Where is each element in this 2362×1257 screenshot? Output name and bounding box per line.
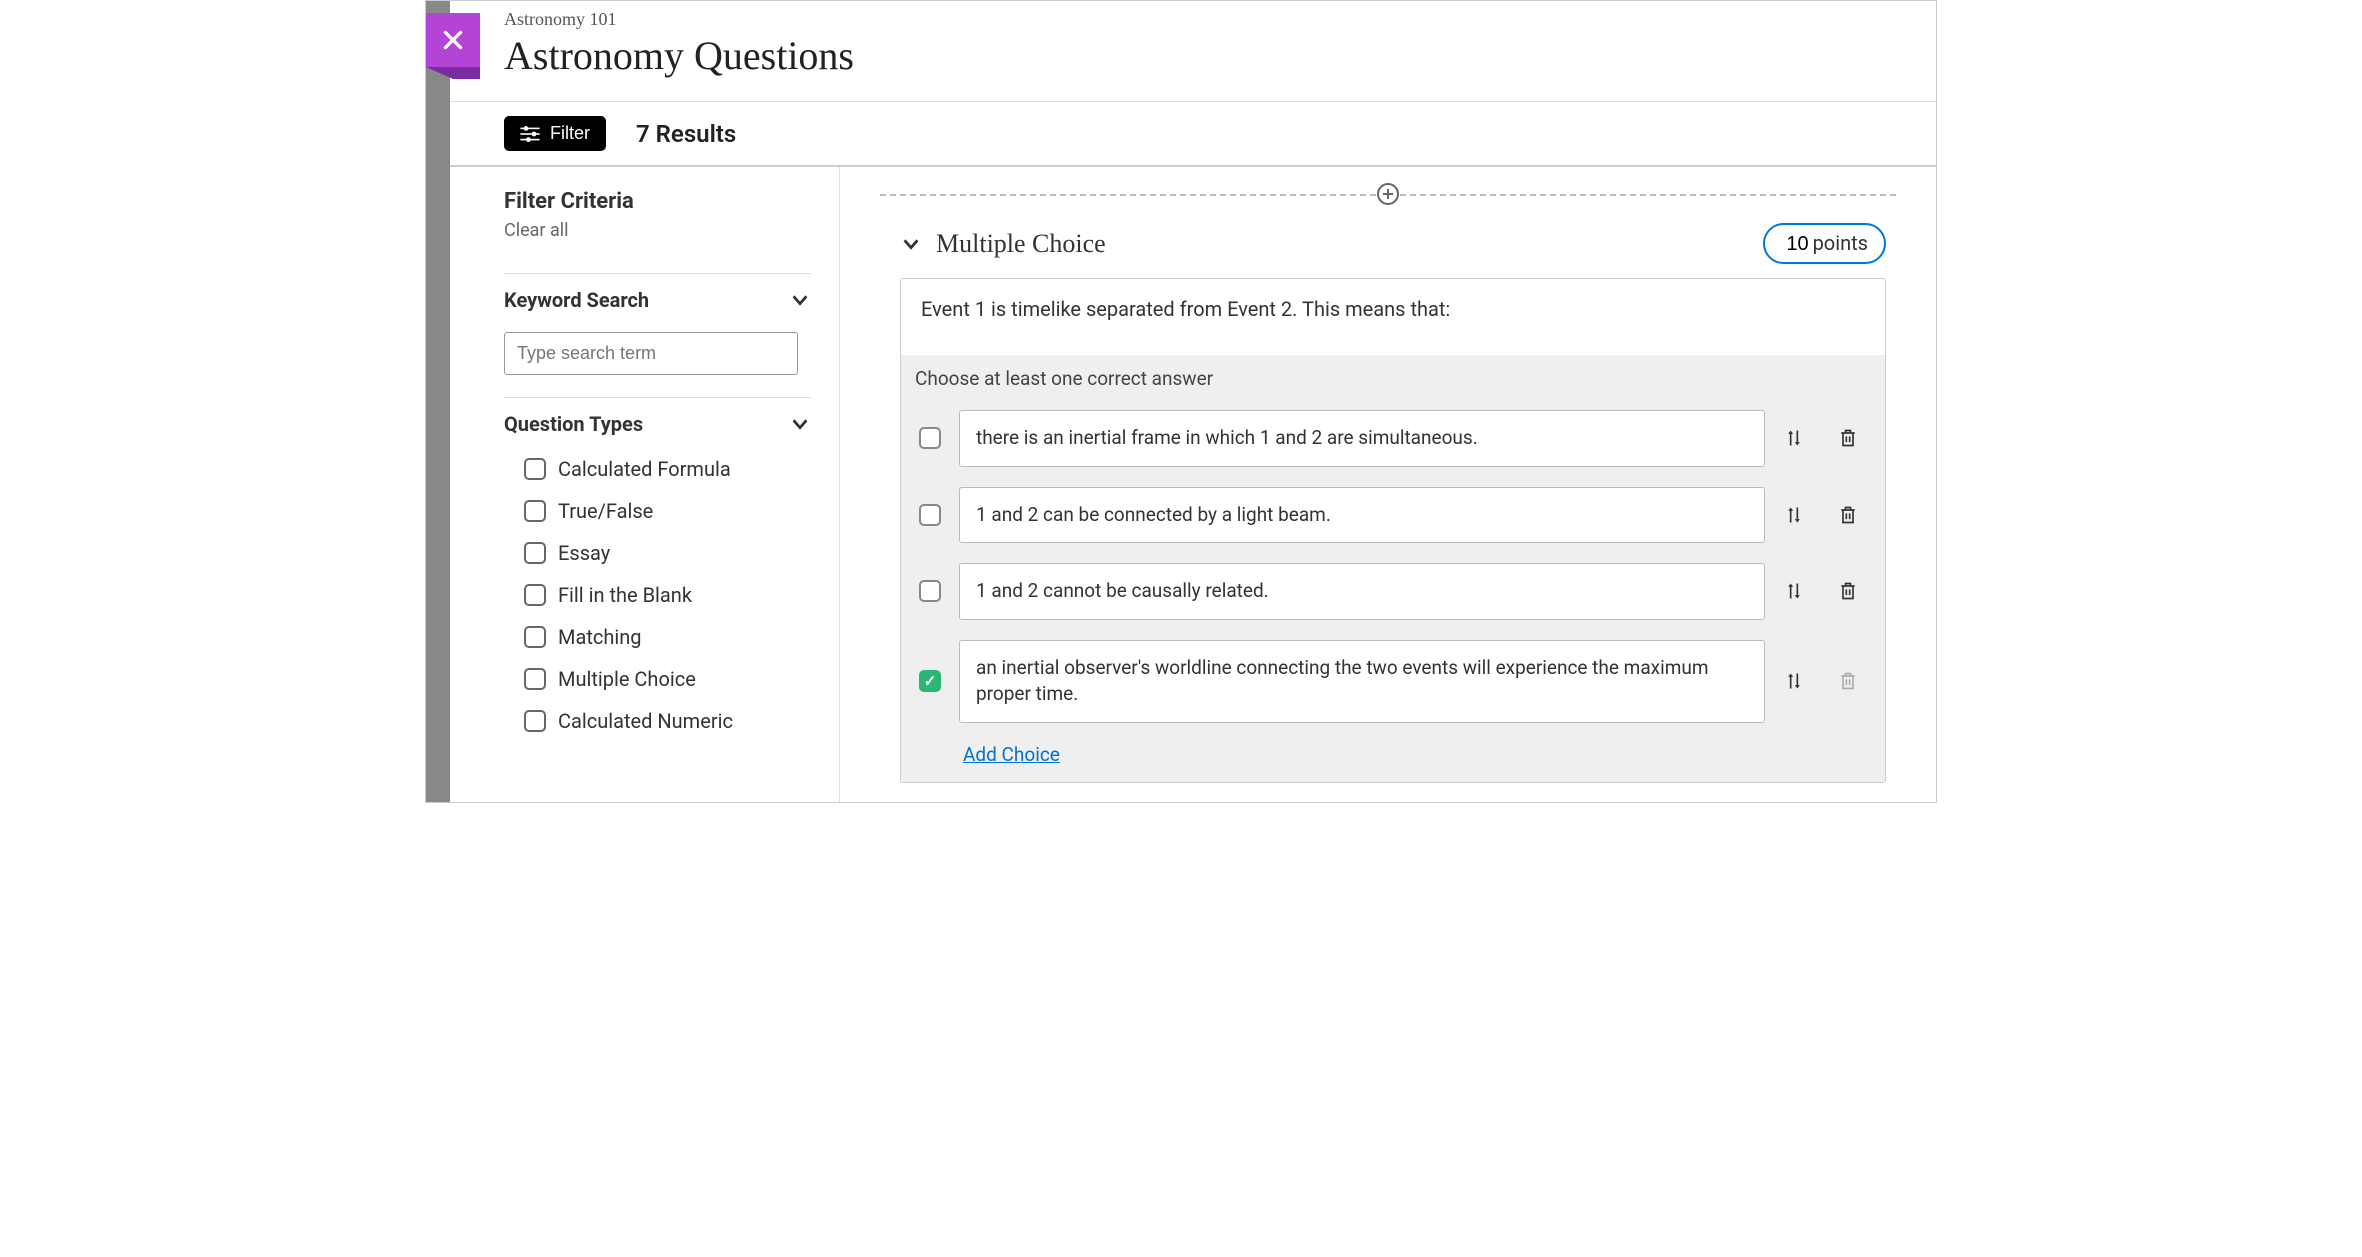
answer-text-input[interactable]: 1 and 2 can be connected by a light beam… (959, 487, 1765, 544)
add-choice-link[interactable]: Add Choice (901, 733, 1060, 766)
filter-button[interactable]: Filter (504, 116, 606, 151)
sliders-icon (520, 126, 540, 142)
answer-row: 1 and 2 can be connected by a light beam… (901, 477, 1885, 554)
divider (504, 273, 811, 274)
answer-actions (1783, 427, 1867, 449)
chevron-down-icon (789, 413, 811, 435)
question-type-option[interactable]: Calculated Numeric (504, 700, 811, 742)
question-text[interactable]: Event 1 is timelike separated from Event… (901, 279, 1885, 355)
question-type-label: Fill in the Blank (558, 583, 692, 607)
filter-criteria-title: Filter Criteria (504, 189, 811, 214)
chevron-down-icon (789, 289, 811, 311)
checkbox[interactable] (524, 668, 546, 690)
results-count: 7 Results (636, 120, 736, 148)
question-type-label: Multiple Choice (936, 229, 1106, 259)
checkbox[interactable] (524, 626, 546, 648)
question-types-heading: Question Types (504, 412, 643, 436)
question-type-label: Multiple Choice (558, 667, 696, 691)
delete-answer-button (1837, 670, 1859, 692)
filter-sidebar: Filter Criteria Clear all Keyword Search… (450, 167, 840, 802)
reorder-icon[interactable] (1783, 580, 1805, 602)
reorder-icon[interactable] (1783, 427, 1805, 449)
question-type-label: Calculated Numeric (558, 709, 733, 733)
reorder-icon[interactable] (1783, 670, 1805, 692)
correct-answer-checkbox[interactable] (919, 427, 941, 449)
keyword-search-section-toggle[interactable]: Keyword Search (504, 288, 811, 312)
page-header: Astronomy 101 Astronomy Questions (450, 1, 1936, 102)
delete-answer-button[interactable] (1837, 427, 1859, 449)
answers-instruction: Choose at least one correct answer (901, 365, 1885, 400)
question-type-label: True/False (558, 499, 653, 523)
delete-answer-button[interactable] (1837, 504, 1859, 526)
left-gutter (426, 1, 450, 802)
answer-text-input[interactable]: there is an inertial frame in which 1 an… (959, 410, 1765, 467)
delete-answer-button[interactable] (1837, 580, 1859, 602)
filter-button-label: Filter (550, 123, 590, 144)
points-field[interactable]: points (1763, 223, 1886, 264)
answer-actions (1783, 504, 1867, 526)
question-editor-panel: Multiple Choice points Event 1 is timeli… (840, 167, 1936, 802)
question-type-option[interactable]: True/False (504, 490, 811, 532)
points-label: points (1813, 231, 1868, 255)
question-block: Multiple Choice points Event 1 is timeli… (900, 223, 1886, 783)
question-types-section-toggle[interactable]: Question Types (504, 412, 811, 436)
reorder-icon[interactable] (1783, 504, 1805, 526)
collapse-question-toggle[interactable] (900, 233, 922, 255)
question-type-option[interactable]: Matching (504, 616, 811, 658)
answer-actions (1783, 580, 1867, 602)
question-type-label: Essay (558, 541, 610, 565)
question-type-option[interactable]: Multiple Choice (504, 658, 811, 700)
course-name: Astronomy 101 (504, 9, 1936, 30)
question-type-label: Calculated Formula (558, 457, 731, 481)
question-card: Event 1 is timelike separated from Event… (900, 278, 1886, 783)
answer-row: an inertial observer's worldline connect… (901, 630, 1885, 733)
keyword-search-input[interactable] (504, 332, 798, 375)
toolbar: Filter 7 Results (450, 102, 1936, 167)
question-type-option[interactable]: Essay (504, 532, 811, 574)
correct-answer-checkbox[interactable] (919, 504, 941, 526)
answer-text-input[interactable]: 1 and 2 cannot be causally related. (959, 563, 1765, 620)
correct-answer-checkbox[interactable] (919, 580, 941, 602)
answer-row: 1 and 2 cannot be causally related. (901, 553, 1885, 630)
answer-text-input[interactable]: an inertial observer's worldline connect… (959, 640, 1765, 723)
correct-answer-checkbox[interactable] (919, 670, 941, 692)
page-title: Astronomy Questions (504, 32, 1936, 79)
close-icon (440, 27, 466, 53)
checkbox[interactable] (524, 500, 546, 522)
checkbox[interactable] (524, 542, 546, 564)
insert-divider (860, 179, 1916, 209)
insert-question-button[interactable] (1377, 183, 1399, 205)
answer-actions (1783, 670, 1867, 692)
points-input[interactable] (1781, 233, 1809, 256)
question-type-option[interactable]: Fill in the Blank (504, 574, 811, 616)
answer-row: there is an inertial frame in which 1 an… (901, 400, 1885, 477)
question-type-label: Matching (558, 625, 642, 649)
keyword-search-heading: Keyword Search (504, 288, 649, 312)
checkbox[interactable] (524, 458, 546, 480)
checkbox[interactable] (524, 584, 546, 606)
close-panel-button[interactable] (426, 13, 480, 67)
divider (504, 397, 811, 398)
clear-all-link[interactable]: Clear all (504, 220, 569, 241)
question-type-option[interactable]: Calculated Formula (504, 448, 811, 490)
checkbox[interactable] (524, 710, 546, 732)
